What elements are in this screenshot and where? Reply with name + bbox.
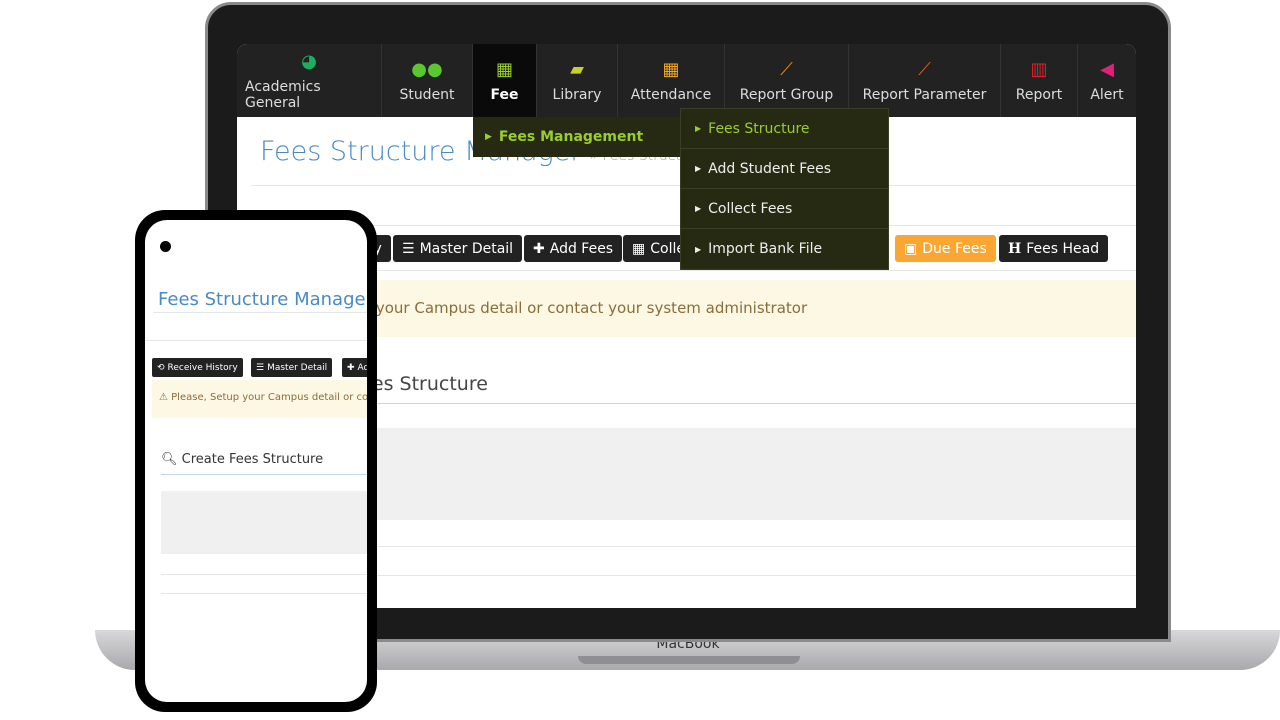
calculator-icon: ▦ bbox=[632, 240, 646, 257]
plus-icon: ✚ bbox=[533, 240, 545, 257]
divider bbox=[251, 546, 1136, 547]
nav-academics-general[interactable]: ◕ Academics General bbox=[237, 44, 382, 117]
divider bbox=[161, 574, 367, 575]
phone-form-panel bbox=[161, 491, 367, 554]
line-chart-icon: ⟋ bbox=[918, 58, 931, 80]
nav-student[interactable]: ●● Student bbox=[382, 44, 473, 117]
divider bbox=[153, 312, 367, 313]
menu-import-bank-file[interactable]: ▶ Import Bank File bbox=[681, 229, 888, 269]
warning-icon: ⚠ bbox=[159, 392, 172, 403]
menu-collect-fees[interactable]: ▶ Collect Fees bbox=[681, 189, 888, 229]
section-header: 🔍︎ Create Fees Structure bbox=[251, 372, 1136, 404]
fees-head-button[interactable]: H Fees Head bbox=[999, 235, 1109, 262]
phone-receive-history-button[interactable]: ⟲ Receive History bbox=[152, 358, 243, 377]
calculator-icon: ▦ bbox=[495, 58, 513, 80]
laptop-notch bbox=[578, 656, 800, 664]
money-icon: ▣ bbox=[904, 240, 918, 257]
nav-report-parameter[interactable]: ⟋ Report Parameter bbox=[849, 44, 1001, 117]
line-chart-icon: ⟋ bbox=[780, 58, 793, 80]
divider bbox=[145, 340, 367, 341]
users-icon: ●● bbox=[411, 58, 443, 80]
caret-right-icon: ▶ bbox=[485, 132, 492, 142]
dashboard-icon: ◕ bbox=[301, 50, 317, 72]
list-icon: ☰ bbox=[402, 240, 415, 257]
due-fees-button[interactable]: ▣ Due Fees bbox=[895, 235, 996, 262]
phone-screen: Fees Structure Manager ⟲ Receive History … bbox=[145, 220, 367, 702]
nav-alert[interactable]: ◀ Alert bbox=[1078, 44, 1136, 117]
book-icon: ▰ bbox=[570, 58, 584, 80]
plus-icon: ✚ bbox=[347, 362, 355, 373]
caret-right-icon: ▶ bbox=[695, 164, 702, 173]
add-fees-button[interactable]: ✚ Add Fees bbox=[524, 235, 623, 262]
form-panel bbox=[251, 428, 1136, 520]
nav-library[interactable]: ▰ Library bbox=[537, 44, 618, 117]
phone-add-fees-button[interactable]: ✚Add Fees bbox=[342, 358, 367, 377]
menu-fees-management[interactable]: ▶ Fees Management bbox=[473, 117, 680, 157]
phone-master-detail-button[interactable]: ☰ Master Detail bbox=[251, 358, 333, 377]
nav-report-group[interactable]: ⟋ Report Group bbox=[725, 44, 849, 117]
calendar-icon: ▦ bbox=[662, 58, 680, 80]
list-icon: ☰ bbox=[256, 362, 265, 373]
bar-chart-icon: ▥ bbox=[1030, 58, 1048, 80]
caret-right-icon: ▶ bbox=[695, 124, 702, 133]
divider bbox=[251, 575, 1136, 576]
phone-frame: Fees Structure Manager ⟲ Receive History … bbox=[135, 210, 377, 712]
menu-add-student-fees[interactable]: ▶ Add Student Fees bbox=[681, 149, 888, 189]
header-icon: H bbox=[1008, 240, 1022, 257]
master-detail-button[interactable]: ☰ Master Detail bbox=[393, 235, 523, 262]
phone-page-title: Fees Structure Manager bbox=[158, 289, 367, 310]
phone-section-header: 🔍︎ Create Fees Structure bbox=[161, 452, 367, 475]
nav-report[interactable]: ▥ Report bbox=[1001, 44, 1078, 117]
divider bbox=[161, 593, 367, 594]
camera-icon bbox=[160, 241, 171, 252]
history-icon: ⟲ bbox=[157, 362, 165, 373]
submenu: ▶ Fees Structure ▶ Add Student Fees ▶ Colle… bbox=[680, 108, 889, 270]
phone-warning-alert: ⚠ Please, Setup your Campus detail or co… bbox=[152, 380, 367, 418]
megaphone-icon: ◀ bbox=[1100, 58, 1114, 80]
nav-attendance[interactable]: ▦ Attendance bbox=[618, 44, 725, 117]
nav-fee[interactable]: ▦ Fee bbox=[473, 44, 537, 117]
top-nav: ◕ Academics General ●● Student ▦ Fee ▰ Libra… bbox=[237, 44, 1136, 117]
caret-right-icon: ▶ bbox=[695, 244, 702, 254]
menu-fees-structure[interactable]: ▶ Fees Structure bbox=[681, 109, 888, 149]
caret-right-icon: ▶ bbox=[695, 204, 702, 213]
search-icon: 🔍︎ bbox=[161, 452, 182, 467]
